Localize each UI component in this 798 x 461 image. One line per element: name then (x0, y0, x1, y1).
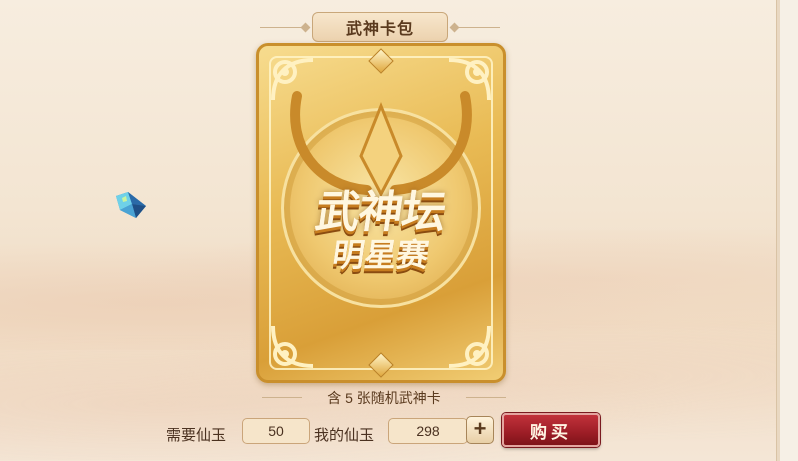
required-jade-label: 需要仙玉 (166, 427, 227, 444)
card-pack-image[interactable]: 武神坛 明星赛 (256, 43, 506, 383)
cloud-ornament-icon (448, 325, 491, 368)
cloud-ornament-icon (271, 325, 314, 368)
description-divider-right (466, 397, 506, 398)
my-jade-value: 298 (388, 418, 468, 444)
card-subtitle: 明星赛 (330, 236, 432, 274)
required-jade-value: 50 (242, 418, 310, 444)
title-ornament-left (300, 22, 311, 33)
title-banner: 武神卡包 (260, 12, 500, 42)
panel-edge (780, 0, 798, 461)
crystal-icon[interactable] (114, 190, 148, 220)
buy-button[interactable]: 购买 (502, 413, 600, 447)
page-title: 武神卡包 (312, 12, 448, 42)
pack-description: 含 5 张随机武神卡 (262, 386, 506, 408)
title-divider-right (452, 27, 500, 28)
add-jade-button[interactable]: + (466, 416, 494, 444)
my-jade-label: 我的仙玉 (314, 427, 375, 444)
pack-description-text: 含 5 张随机武神卡 (327, 390, 441, 406)
